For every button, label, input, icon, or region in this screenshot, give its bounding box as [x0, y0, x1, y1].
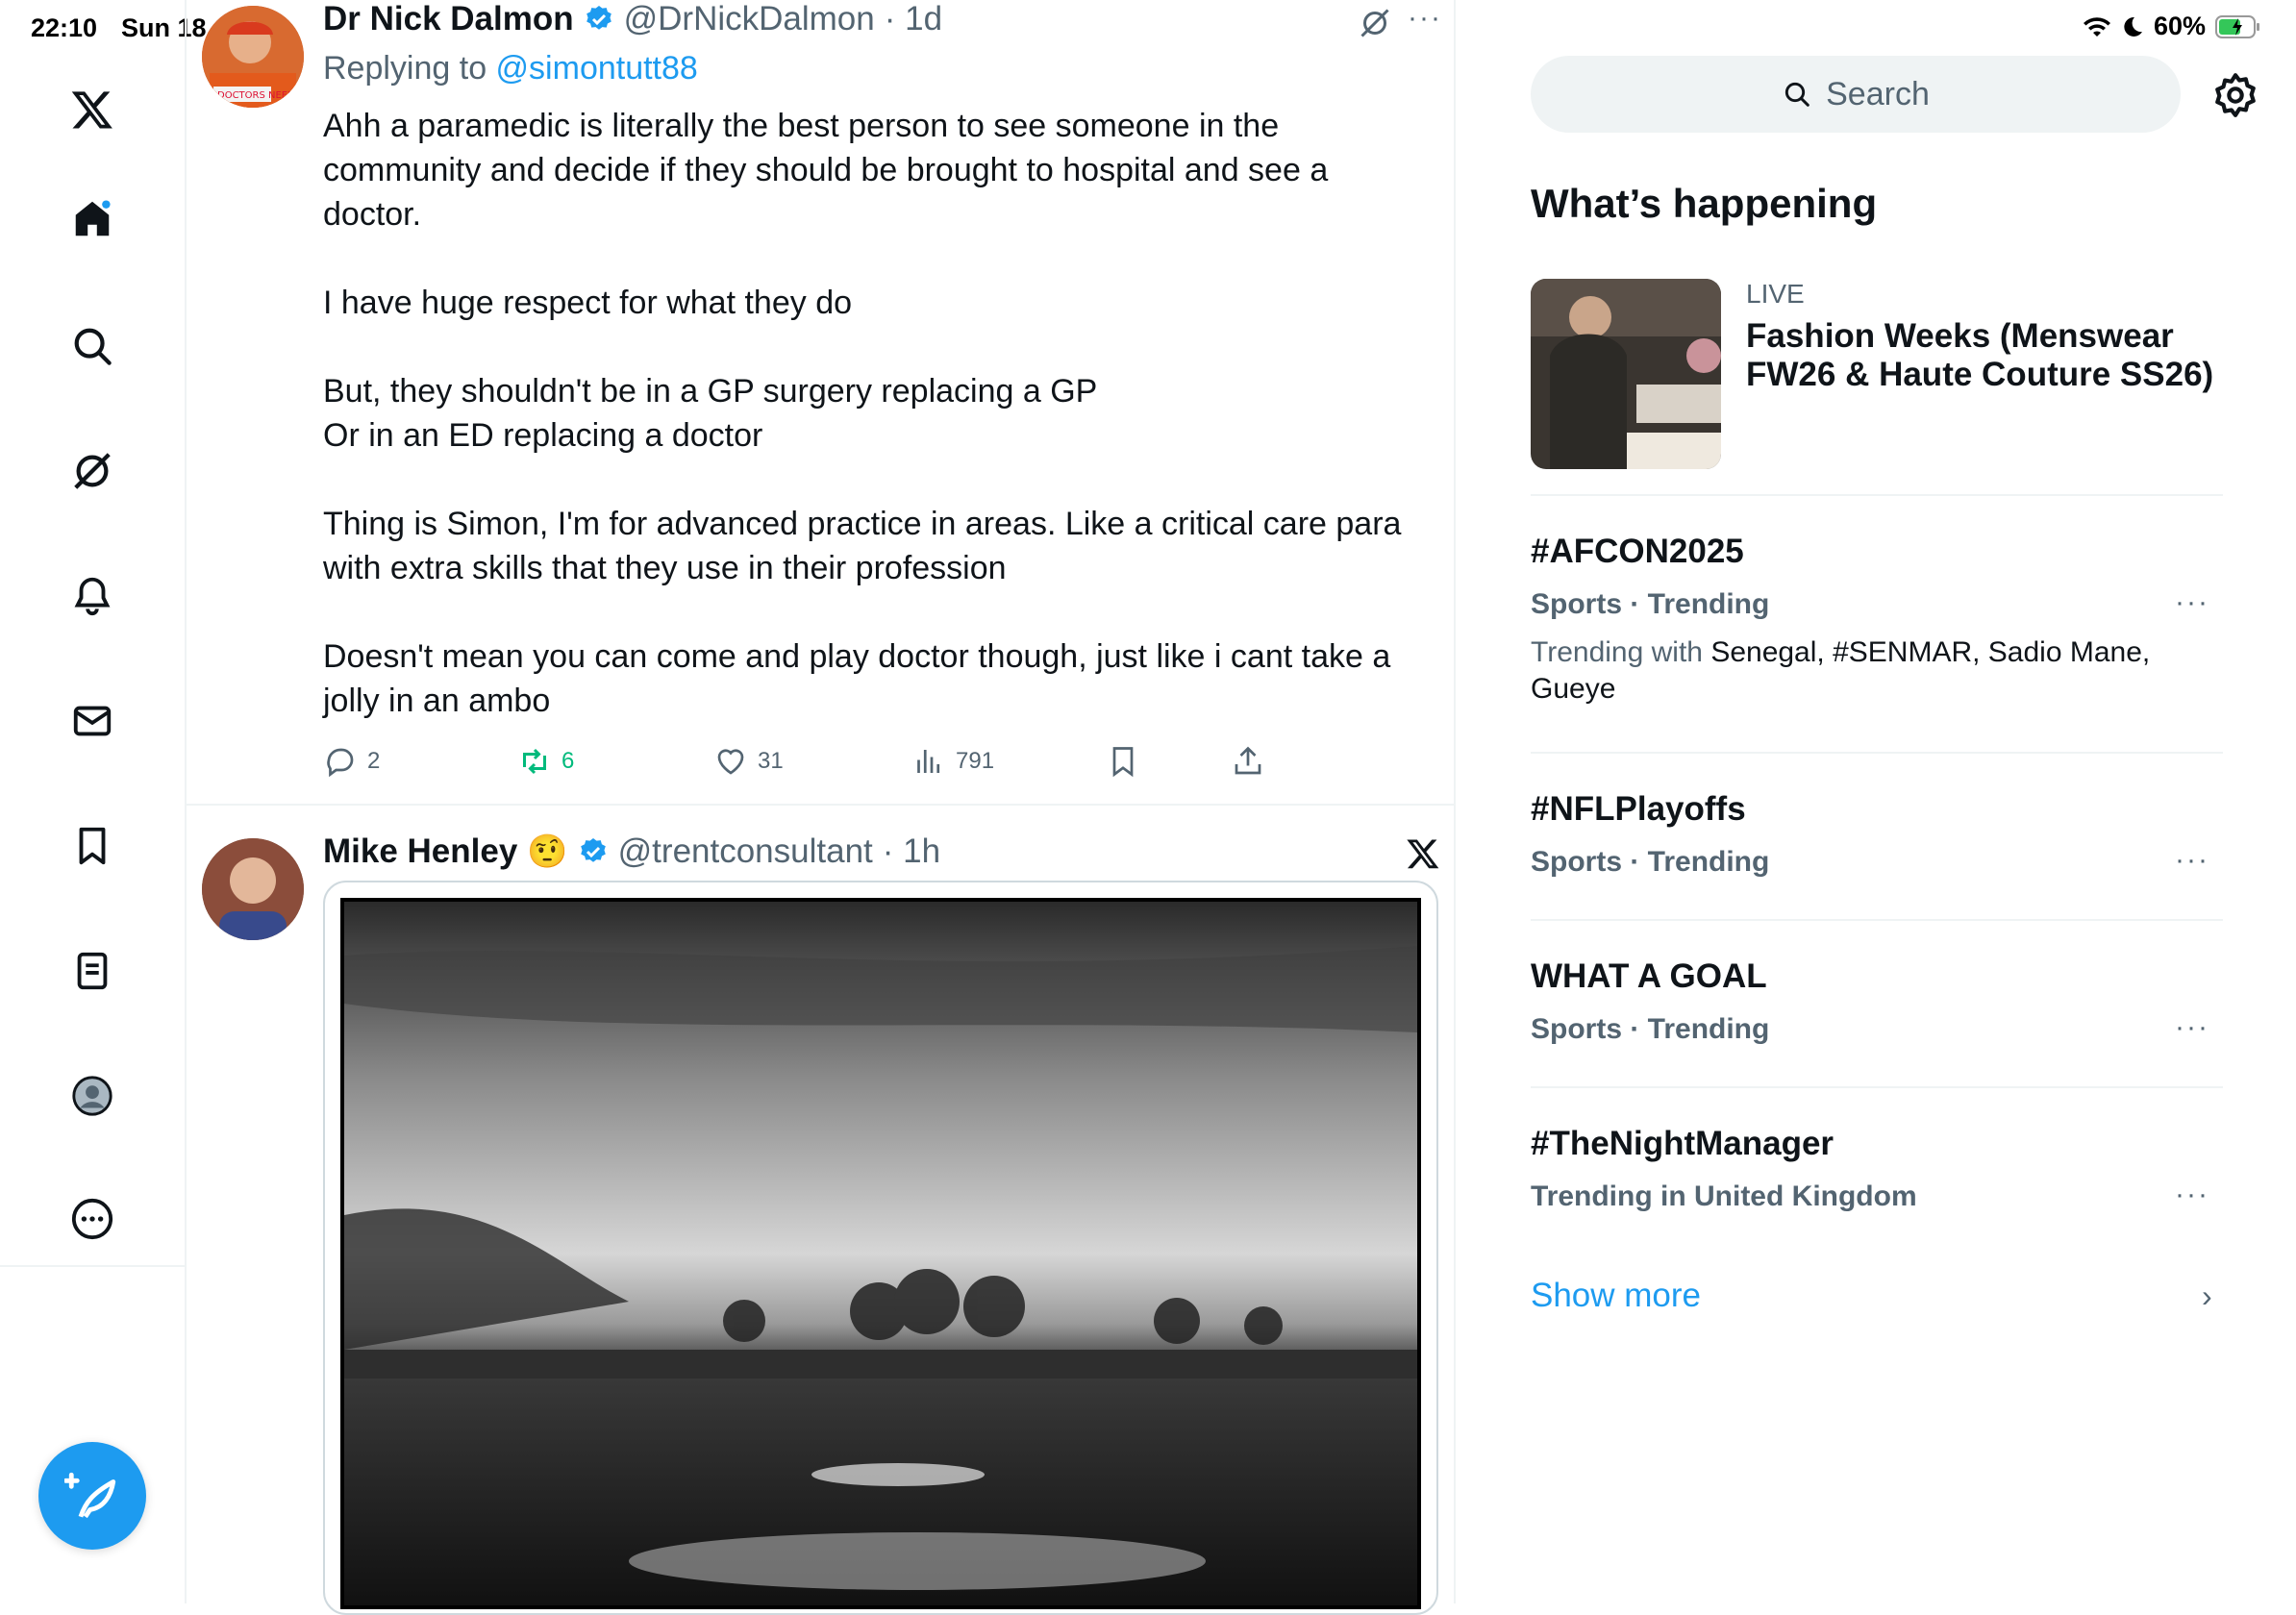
views-count: 791 — [956, 748, 995, 774]
post-time[interactable]: · 1h — [883, 832, 940, 871]
trend-name[interactable]: #AFCON2025 — [1531, 533, 1744, 571]
reply-button[interactable]: 2 — [323, 744, 380, 779]
trend-related: Trending with Senegal, #SENMAR, Sadio Ma… — [1531, 634, 2184, 708]
search-input[interactable]: Search — [1531, 56, 2181, 133]
replying-to-label: Replying to — [323, 50, 496, 87]
author-avatar[interactable]: DOCTORS NEED — [202, 6, 304, 108]
post-time[interactable]: · 1d — [885, 0, 942, 38]
grok-icon[interactable] — [1358, 6, 1392, 40]
verified-badge-icon — [580, 838, 606, 862]
trend-category: Trending in United Kingdom — [1531, 1180, 1917, 1212]
author-avatar[interactable] — [202, 838, 304, 940]
trend-category: Sports · Trending — [1531, 588, 1770, 620]
views-button[interactable]: 791 — [911, 744, 994, 779]
bookmark-icon — [1112, 747, 1134, 778]
tweet-media[interactable] — [323, 881, 1438, 1615]
author-emoji: 🤨 — [527, 833, 568, 870]
x-logo-icon[interactable] — [1406, 836, 1440, 871]
reply-icon — [327, 748, 354, 778]
bookmark-button[interactable] — [1106, 744, 1140, 779]
show-more-link[interactable]: Show more — [1531, 1277, 1701, 1315]
search-icon — [1784, 82, 1809, 107]
notifications-icon[interactable] — [63, 567, 121, 625]
home-icon[interactable] — [63, 190, 121, 248]
tweet-divider — [185, 804, 1454, 806]
like-button[interactable]: 31 — [713, 744, 784, 779]
fashion-photo — [1531, 279, 1721, 469]
replying-to: Replying to @simontutt88 — [323, 50, 698, 87]
trend-more-icon[interactable]: ··· — [2175, 1179, 2209, 1211]
x-logo-icon[interactable] — [63, 81, 121, 138]
live-event-thumbnail[interactable] — [1531, 279, 1721, 469]
repost-count: 6 — [562, 748, 575, 774]
live-event-title[interactable]: Fashion Weeks (Menswear FW26 & Haute Cou… — [1746, 317, 2246, 394]
search-icon[interactable] — [63, 317, 121, 375]
like-count: 31 — [758, 748, 784, 774]
trend-name[interactable]: #NFLPlayoffs — [1531, 790, 1746, 829]
wifi-icon — [2083, 16, 2110, 37]
lists-icon[interactable] — [63, 942, 121, 1000]
author-handle[interactable]: @trentconsultant — [618, 832, 873, 871]
heart-icon — [717, 749, 744, 775]
verified-badge-icon — [586, 6, 611, 30]
chevron-right-icon[interactable]: › — [2202, 1279, 2212, 1314]
trend-divider — [1531, 752, 2223, 754]
views-icon — [917, 750, 940, 773]
trend-name[interactable]: #TheNightManager — [1531, 1125, 1834, 1163]
trend-category: Sports · Trending — [1531, 846, 1770, 878]
moon-icon — [2124, 16, 2142, 37]
trend-more-icon[interactable]: ··· — [2175, 844, 2209, 877]
bookmarks-icon[interactable] — [63, 817, 121, 875]
grok-icon[interactable] — [63, 442, 121, 500]
reply-count: 2 — [367, 748, 381, 774]
tweet-header: Dr Nick Dalmon @DrNickDalmon · 1d — [323, 0, 942, 38]
trend-divider — [1531, 919, 2223, 921]
author-name[interactable]: Mike Henley — [323, 832, 517, 871]
share-button[interactable] — [1231, 744, 1265, 779]
side-navigation — [0, 0, 187, 1603]
replying-to-handle[interactable]: @simontutt88 — [496, 50, 698, 87]
trend-name[interactable]: WHAT A GOAL — [1531, 957, 1767, 996]
battery-icon — [2215, 14, 2259, 38]
section-title: What’s happening — [1531, 181, 1878, 226]
landscape-photo — [340, 898, 1421, 1609]
author-name[interactable]: Dr Nick Dalmon — [323, 0, 574, 38]
author-handle[interactable]: @DrNickDalmon — [624, 0, 875, 38]
more-icon[interactable] — [63, 1190, 121, 1248]
share-icon — [1235, 746, 1261, 775]
live-label: LIVE — [1746, 279, 1805, 309]
more-options-icon[interactable]: ··· — [1408, 2, 1442, 35]
tweet-text: Ahh a paramedic is literally the best pe… — [323, 108, 1402, 719]
avatar-photo: DOCTORS NEED — [202, 6, 304, 108]
trend-divider — [1531, 494, 2223, 496]
avatar-photo — [202, 838, 304, 940]
trend-related-label: Trending with — [1531, 636, 1711, 668]
repost-icon — [523, 748, 546, 775]
profile-icon[interactable] — [63, 1067, 121, 1125]
search-placeholder: Search — [1826, 75, 1930, 112]
settings-gear-icon[interactable] — [2211, 71, 2259, 119]
trend-category: Sports · Trending — [1531, 1013, 1770, 1045]
compose-feather-icon — [64, 1472, 116, 1519]
trend-more-icon[interactable]: ··· — [2175, 1011, 2209, 1044]
trend-more-icon[interactable]: ··· — [2175, 586, 2209, 619]
status-indicators: 60% — [2083, 12, 2261, 41]
compose-post-button[interactable] — [38, 1442, 146, 1550]
tweet-header: Mike Henley 🤨 @trentconsultant · 1h — [323, 832, 940, 871]
battery-percent: 60% — [2153, 12, 2206, 40]
messages-icon[interactable] — [63, 692, 121, 750]
repost-button[interactable]: 6 — [517, 744, 574, 779]
nav-divider — [0, 1265, 185, 1267]
trend-divider — [1531, 1086, 2223, 1088]
